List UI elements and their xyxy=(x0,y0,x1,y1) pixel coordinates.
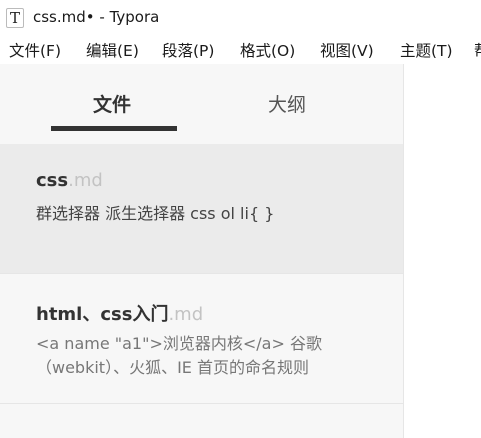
active-tab-indicator xyxy=(51,126,177,131)
menu-view[interactable]: 视图(V) xyxy=(320,39,374,61)
sidebar-tabs: 文件 大纲 xyxy=(0,64,403,144)
window-title: css.md• - Typora xyxy=(33,8,160,26)
tab-outline[interactable]: 大纲 xyxy=(268,90,306,117)
file-excerpt-line: <a name "a1">浏览器内核</a> 谷歌 xyxy=(36,334,322,353)
menu-format[interactable]: 格式(O) xyxy=(240,39,295,61)
typora-app-icon: T xyxy=(6,8,24,28)
file-list-item-html-css-intro[interactable]: html、css入门.md <a name "a1">浏览器内核</a> 谷歌 … xyxy=(0,274,403,404)
file-list-item-css[interactable]: css.md 群选择器 派生选择器 css ol li{ } xyxy=(0,144,403,274)
file-name: html、css入门.md xyxy=(36,300,203,326)
title-bar: T css.md• - Typora xyxy=(0,0,481,36)
file-name-extension: .md xyxy=(68,170,103,191)
file-name: css.md xyxy=(36,170,103,191)
file-name-extension: .md xyxy=(168,304,204,325)
menu-file[interactable]: 文件(F) xyxy=(9,39,61,61)
file-excerpt-line: 群选择器 派生选择器 css ol li{ } xyxy=(36,204,275,223)
file-excerpt: 群选择器 派生选择器 css ol li{ } xyxy=(36,202,386,226)
menu-help[interactable]: 帮 xyxy=(474,39,481,61)
menu-edit[interactable]: 编辑(E) xyxy=(86,39,139,61)
menu-bar: 文件(F) 编辑(E) 段落(P) 格式(O) 视图(V) 主题(T) 帮 xyxy=(0,36,481,64)
menu-paragraph[interactable]: 段落(P) xyxy=(162,39,214,61)
file-excerpt: <a name "a1">浏览器内核</a> 谷歌 （webkit）、火狐、IE… xyxy=(36,332,386,380)
file-list-item-partial[interactable] xyxy=(0,404,403,438)
file-name-base: html、css入门 xyxy=(36,304,169,325)
typora-window: T css.md• - Typora 文件(F) 编辑(E) 段落(P) 格式(… xyxy=(0,0,481,438)
editor-area[interactable] xyxy=(404,64,481,438)
sidebar: 文件 大纲 css.md 群选择器 派生选择器 css ol li{ } htm… xyxy=(0,64,404,438)
tab-files[interactable]: 文件 xyxy=(93,90,131,117)
file-name-base: css xyxy=(36,170,69,191)
file-excerpt-line: （webkit）、火狐、IE 首页的命名规则 xyxy=(36,358,309,377)
menu-theme[interactable]: 主题(T) xyxy=(400,39,453,61)
